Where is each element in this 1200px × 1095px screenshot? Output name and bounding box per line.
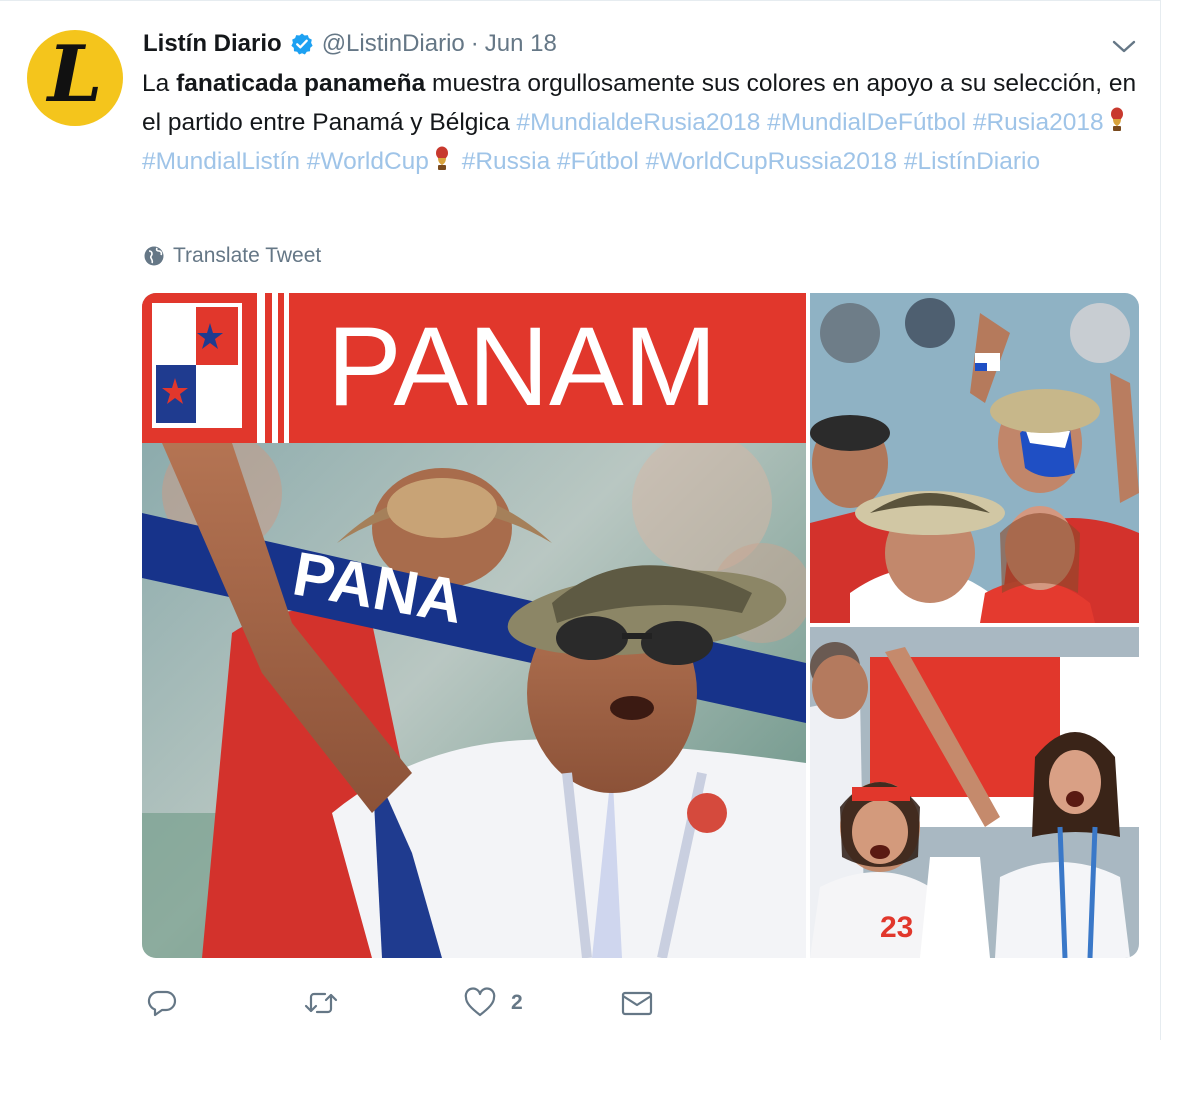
hashtag-link[interactable]: #MundialListín xyxy=(142,148,300,175)
author-name[interactable]: Listín Diario xyxy=(143,30,282,58)
tweet-text: La fanaticada panameña muestra orgullosa… xyxy=(142,64,1142,181)
retweet-button[interactable] xyxy=(303,985,339,1021)
shirt-number: 23 xyxy=(880,911,913,944)
hashtag-link[interactable]: #Rusia2018 xyxy=(973,109,1104,136)
photo-cheering-fans[interactable] xyxy=(810,293,1139,623)
red-scarf-text: PANAM xyxy=(327,304,717,429)
translate-tweet-link[interactable]: Translate Tweet xyxy=(143,241,321,271)
verified-badge-icon xyxy=(291,33,313,55)
like-button[interactable]: 2 xyxy=(463,985,523,1021)
chevron-down-icon[interactable] xyxy=(1110,34,1138,58)
photo-flag-fans[interactable]: 23 xyxy=(810,627,1139,958)
hashtag-link[interactable]: #MundialDeFútbol xyxy=(767,109,966,136)
photo-fan-with-scarf[interactable]: PANA PANAM xyxy=(142,293,806,958)
globe-icon xyxy=(144,246,164,266)
avatar-logo: L xyxy=(47,29,103,120)
tweet-card[interactable]: L Listín Diario @ListinDiario · Jun 18 L… xyxy=(0,0,1161,1040)
heart-icon xyxy=(464,987,496,1017)
translate-label: Translate Tweet xyxy=(173,244,322,267)
tweet-header: Listín Diario @ListinDiario · Jun 18 xyxy=(143,28,557,60)
tweet-date[interactable]: Jun 18 xyxy=(485,30,557,58)
text-bold: fanaticada panameña xyxy=(176,70,426,97)
envelope-icon xyxy=(621,991,653,1016)
separator-dot: · xyxy=(470,30,479,57)
reply-button[interactable] xyxy=(146,985,178,1021)
text-prefix: La xyxy=(142,70,177,97)
hashtag-link[interactable]: #WorldCupRussia2018 xyxy=(646,148,898,175)
retweet-icon xyxy=(304,992,338,1014)
hashtag-link[interactable]: #WorldCup xyxy=(307,148,429,175)
reply-icon xyxy=(147,990,177,1017)
like-count: 2 xyxy=(511,991,523,1014)
direct-message-button[interactable] xyxy=(620,985,654,1021)
divider xyxy=(0,0,1160,1)
hashtag-link[interactable]: #Russia xyxy=(462,148,551,175)
trophy-emoji-icon xyxy=(435,146,448,170)
flag-fans-image: 23 xyxy=(810,627,1139,958)
media-grid: PANA PANAM 23 xyxy=(142,293,1139,958)
cheering-fans-image xyxy=(810,293,1139,623)
author-handle[interactable]: @ListinDiario xyxy=(322,30,465,58)
trophy-emoji-icon xyxy=(1110,107,1123,131)
avatar[interactable]: L xyxy=(27,30,123,126)
hashtag-link[interactable]: #Fútbol xyxy=(557,148,639,175)
hashtag-link[interactable]: #ListínDiario xyxy=(904,148,1040,175)
fan-scarf-image: PANA PANAM xyxy=(142,293,806,958)
tweet-actions: 2 xyxy=(0,985,1160,1021)
hashtag-link[interactable]: #MundialdeRusia2018 xyxy=(517,109,761,136)
